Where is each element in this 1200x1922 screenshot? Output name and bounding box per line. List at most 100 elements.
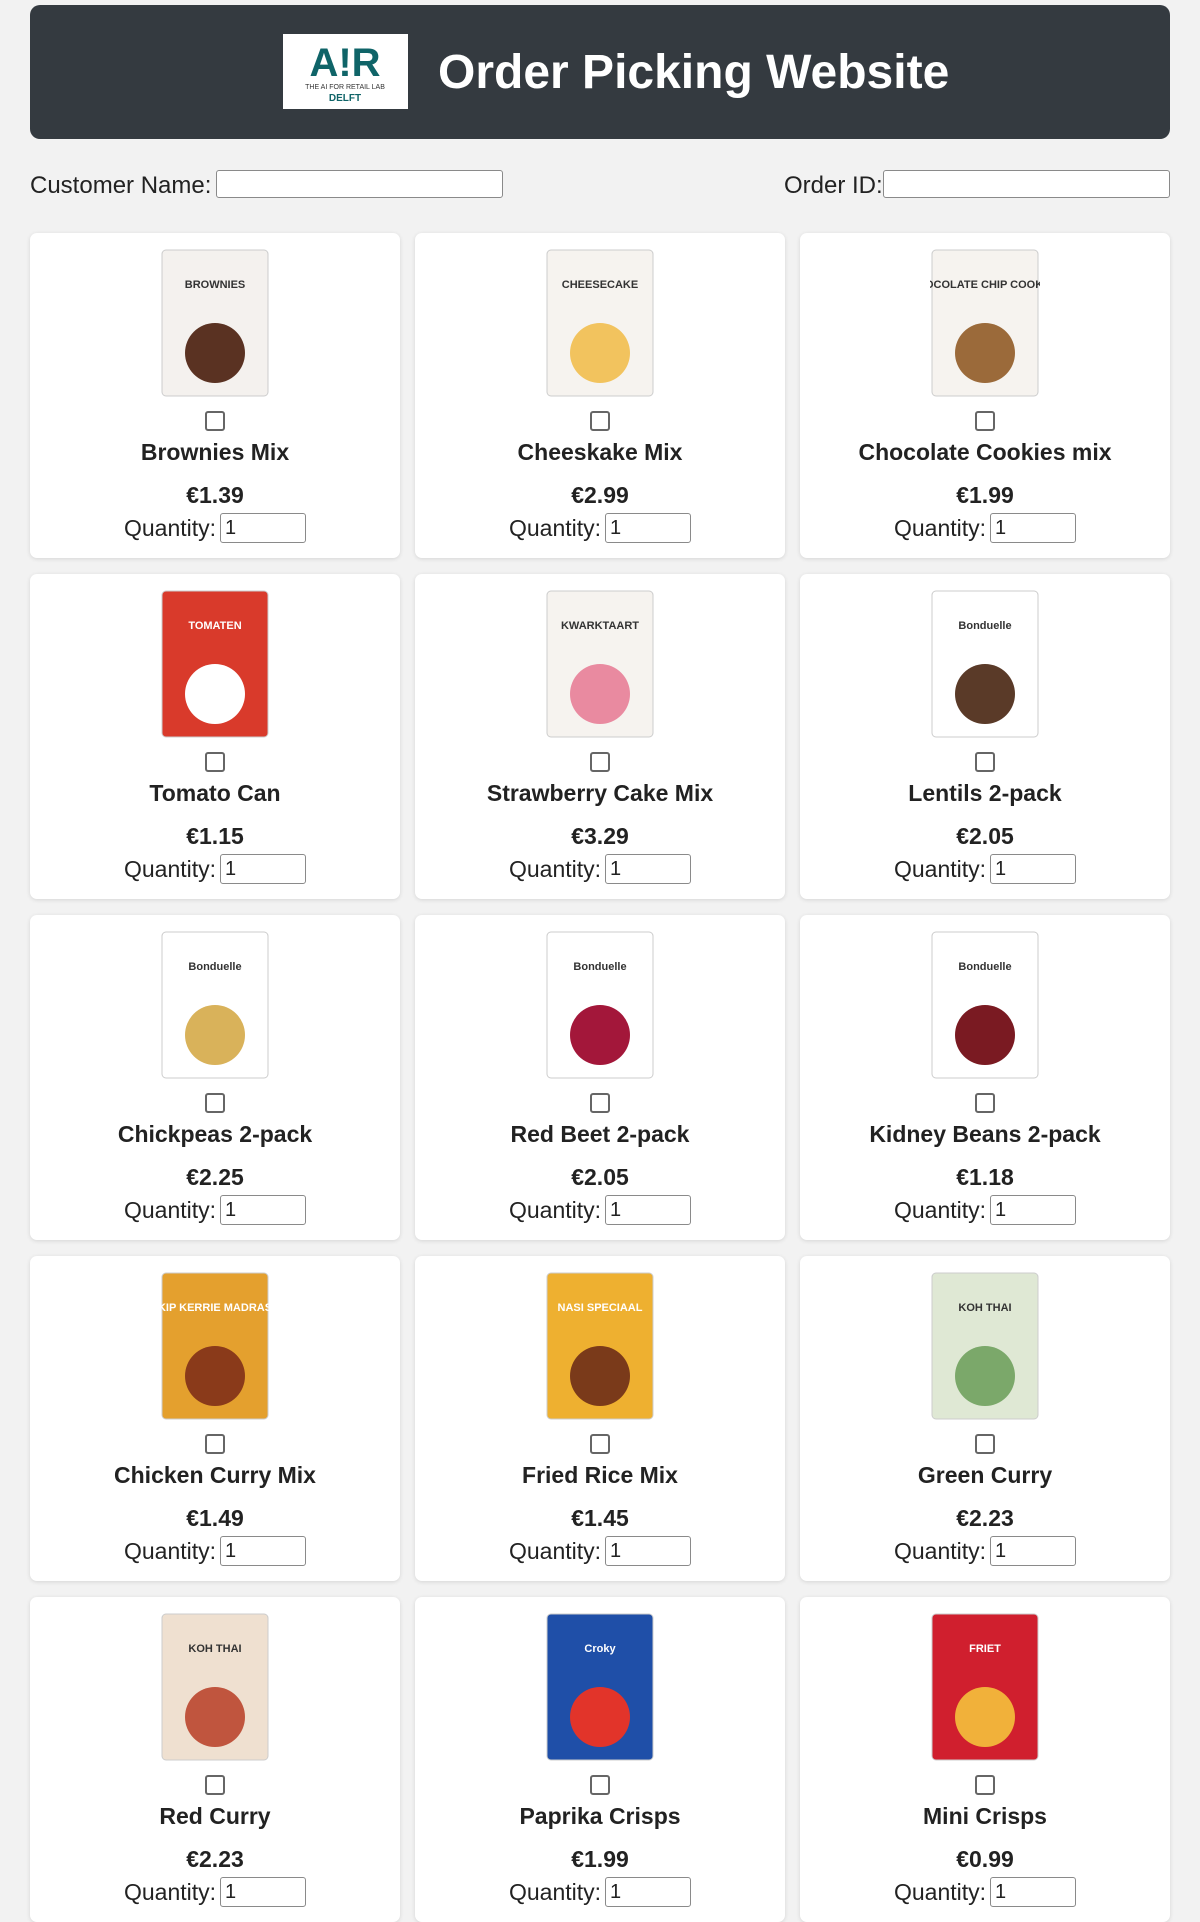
product-card: BROWNIES Brownies Mix €1.39 Quantity: 1	[30, 233, 400, 558]
product-price: €1.39	[186, 482, 244, 508]
product-name: Red Curry	[159, 1803, 271, 1829]
quantity-input[interactable]: 1	[990, 1535, 1077, 1566]
product-select-checkbox[interactable]	[205, 752, 225, 772]
product-select-checkbox[interactable]	[205, 1775, 225, 1795]
product-select-checkbox[interactable]	[975, 1093, 995, 1113]
quantity-row: Quantity: 1	[800, 510, 1170, 544]
product-price: €3.29	[571, 823, 629, 849]
package-label: BROWNIES	[185, 279, 246, 291]
quantity-label: Quantity:	[123, 1196, 217, 1223]
product-select-checkbox[interactable]	[590, 1775, 610, 1795]
product-image: CHEESECAKE	[545, 248, 655, 398]
quantity-input[interactable]: 1	[605, 512, 692, 543]
order-id-input[interactable]	[883, 170, 1170, 198]
product-select-checkbox[interactable]	[590, 1434, 610, 1454]
package-label: KIP KERRIE MADRAS	[160, 1302, 270, 1314]
customer-name-label: Customer Name:	[30, 172, 212, 199]
product-select-checkbox[interactable]	[975, 1775, 995, 1795]
package-label: Bonduelle	[188, 961, 241, 973]
quantity-row: Quantity: 1	[415, 510, 785, 544]
quantity-row: Quantity: 1	[30, 1874, 400, 1908]
product-price: €2.23	[956, 1505, 1014, 1531]
quantity-input[interactable]: 1	[605, 1194, 692, 1225]
product-package-icon: KOH THAI	[161, 1613, 269, 1761]
logo-subtext: THE AI FOR RETAIL LAB	[305, 84, 385, 91]
product-select-checkbox[interactable]	[975, 1434, 995, 1454]
product-image: KOH THAI	[930, 1271, 1040, 1421]
quantity-input[interactable]: 1	[220, 1876, 307, 1907]
product-card: KOH THAI Green Curry €2.23 Quantity: 1	[800, 1256, 1170, 1581]
product-price: €0.99	[956, 1846, 1014, 1872]
product-price: €1.45	[571, 1505, 629, 1531]
quantity-input[interactable]: 1	[990, 853, 1077, 884]
quantity-row: Quantity: 1	[30, 1192, 400, 1226]
product-package-icon: Bonduelle	[931, 931, 1039, 1079]
quantity-label: Quantity:	[508, 1537, 602, 1564]
product-name: Red Beet 2-pack	[510, 1121, 690, 1147]
logo-graphic: A!R THE AI FOR RETAIL LAB DELFT	[283, 34, 408, 109]
logo-city: DELFT	[329, 93, 361, 104]
product-name: Lentils 2-pack	[908, 780, 1062, 806]
product-select-checkbox[interactable]	[975, 752, 995, 772]
quantity-input[interactable]: 1	[605, 1876, 692, 1907]
quantity-label: Quantity:	[123, 1537, 217, 1564]
customer-name-input[interactable]	[216, 170, 503, 198]
product-name: Chocolate Cookies mix	[858, 439, 1112, 465]
product-grid: BROWNIES Brownies Mix €1.39 Quantity: 1 C…	[30, 233, 1170, 1922]
product-name: Chickpeas 2-pack	[117, 1121, 313, 1147]
product-package-icon: Bonduelle	[161, 931, 269, 1079]
product-select-checkbox[interactable]	[590, 752, 610, 772]
quantity-input[interactable]: 1	[605, 853, 692, 884]
package-label: Croky	[584, 1643, 616, 1655]
product-select-checkbox[interactable]	[590, 411, 610, 431]
quantity-input[interactable]: 1	[990, 512, 1077, 543]
quantity-row: Quantity: 1	[800, 851, 1170, 885]
quantity-label: Quantity:	[123, 855, 217, 882]
quantity-input[interactable]: 1	[220, 853, 307, 884]
package-label: Bonduelle	[958, 961, 1011, 973]
quantity-input[interactable]: 1	[220, 1194, 307, 1225]
product-image: Croky	[545, 1612, 655, 1762]
package-label: FRIET	[969, 1643, 1001, 1655]
quantity-input[interactable]: 1	[605, 1535, 692, 1566]
quantity-input[interactable]: 1	[220, 512, 307, 543]
product-image: Bonduelle	[930, 930, 1040, 1080]
product-card: Bonduelle Kidney Beans 2-pack €1.18 Quan…	[800, 915, 1170, 1240]
product-select-checkbox[interactable]	[975, 411, 995, 431]
quantity-label: Quantity:	[893, 1878, 987, 1905]
quantity-input[interactable]: 1	[990, 1194, 1077, 1225]
product-package-icon: TOMATEN	[161, 590, 269, 738]
package-label: KWARKTAART	[561, 620, 639, 632]
product-price: €2.25	[186, 1164, 244, 1190]
product-image: CHOCOLATE CHIP COOKIES	[930, 248, 1040, 398]
product-name: Tomato Can	[149, 780, 281, 806]
package-label: CHOCOLATE CHIP COOKIES	[930, 279, 1040, 291]
product-name: Green Curry	[917, 1462, 1053, 1488]
product-package-icon: KIP KERRIE MADRAS	[160, 1272, 270, 1420]
quantity-input[interactable]: 1	[220, 1535, 307, 1566]
product-card: NASI SPECIAAL Fried Rice Mix €1.45 Quant…	[415, 1256, 785, 1581]
product-name: Strawberry Cake Mix	[486, 780, 714, 806]
product-name: Cheeskake Mix	[517, 439, 683, 465]
page-header: A!R THE AI FOR RETAIL LAB DELFT Order Pi…	[30, 5, 1170, 139]
quantity-row: Quantity: 1	[415, 1192, 785, 1226]
quantity-label: Quantity:	[893, 514, 987, 541]
product-select-checkbox[interactable]	[205, 411, 225, 431]
product-price: €1.99	[571, 1846, 629, 1872]
product-select-checkbox[interactable]	[205, 1093, 225, 1113]
product-price: €1.49	[186, 1505, 244, 1531]
package-label: Bonduelle	[958, 620, 1011, 632]
quantity-label: Quantity:	[893, 1196, 987, 1223]
product-image: BROWNIES	[160, 248, 270, 398]
quantity-label: Quantity:	[508, 855, 602, 882]
quantity-label: Quantity:	[508, 1196, 602, 1223]
product-image: Bonduelle	[545, 930, 655, 1080]
product-image: KWARKTAART	[545, 589, 655, 739]
product-select-checkbox[interactable]	[205, 1434, 225, 1454]
quantity-input[interactable]: 1	[990, 1876, 1077, 1907]
product-card: Croky Paprika Crisps €1.99 Quantity: 1	[415, 1597, 785, 1922]
product-name: Chicken Curry Mix	[114, 1462, 316, 1488]
product-price: €1.18	[956, 1164, 1014, 1190]
product-select-checkbox[interactable]	[590, 1093, 610, 1113]
product-card: Bonduelle Lentils 2-pack €2.05 Quantity:…	[800, 574, 1170, 899]
